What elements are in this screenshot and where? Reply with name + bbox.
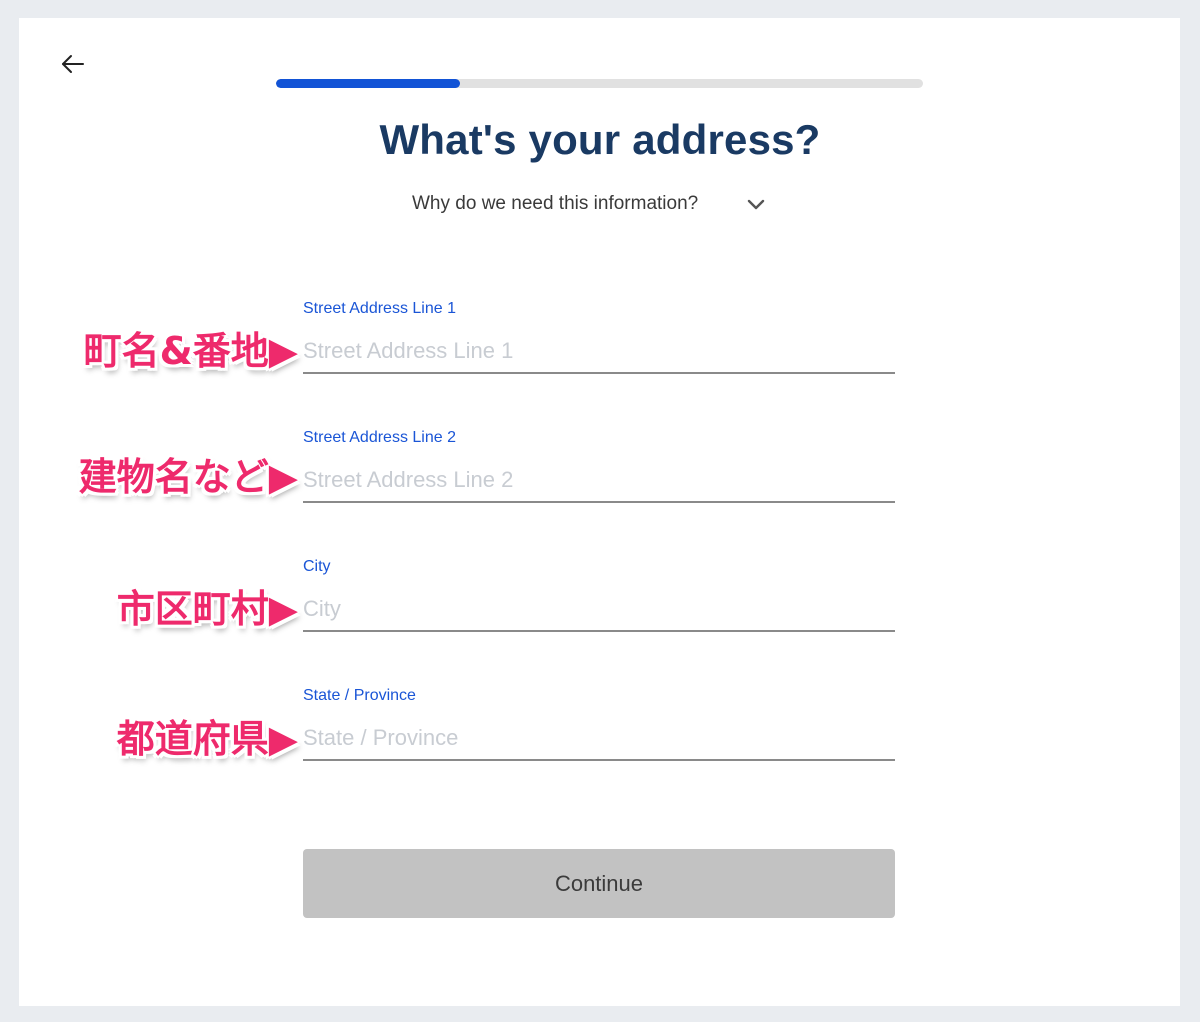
- state-label: State / Province: [303, 687, 416, 704]
- continue-button[interactable]: Continue: [303, 849, 895, 918]
- progress-bar-fill: [276, 79, 460, 88]
- street-address-1-group: Street Address Line 1: [303, 298, 895, 374]
- page-title: What's your address?: [379, 116, 821, 163]
- arrow-left-icon: [62, 55, 84, 73]
- chevron-down-icon: [748, 199, 765, 210]
- annotation-state: 都道府県▶: [116, 717, 298, 761]
- street-address-2-group: Street Address Line 2: [303, 427, 895, 503]
- annotation-street-1: 町名&番地▶: [83, 329, 298, 373]
- why-info-toggle[interactable]: Why do we need this information?: [412, 190, 766, 218]
- street-address-2-label: Street Address Line 2: [303, 429, 456, 446]
- street-address-1-input[interactable]: [303, 338, 895, 374]
- why-info-text: Why do we need this information?: [412, 193, 699, 214]
- state-input[interactable]: [303, 725, 895, 761]
- progress-bar: [276, 79, 923, 88]
- annotation-city: 市区町村▶: [116, 587, 298, 631]
- state-group: State / Province: [303, 685, 895, 761]
- city-group: City: [303, 556, 895, 632]
- city-input[interactable]: [303, 596, 895, 632]
- street-address-1-label: Street Address Line 1: [303, 300, 456, 317]
- back-button[interactable]: [58, 50, 88, 80]
- annotation-street-2: 建物名など▶: [78, 455, 298, 499]
- city-label: City: [303, 558, 331, 575]
- street-address-2-input[interactable]: [303, 467, 895, 503]
